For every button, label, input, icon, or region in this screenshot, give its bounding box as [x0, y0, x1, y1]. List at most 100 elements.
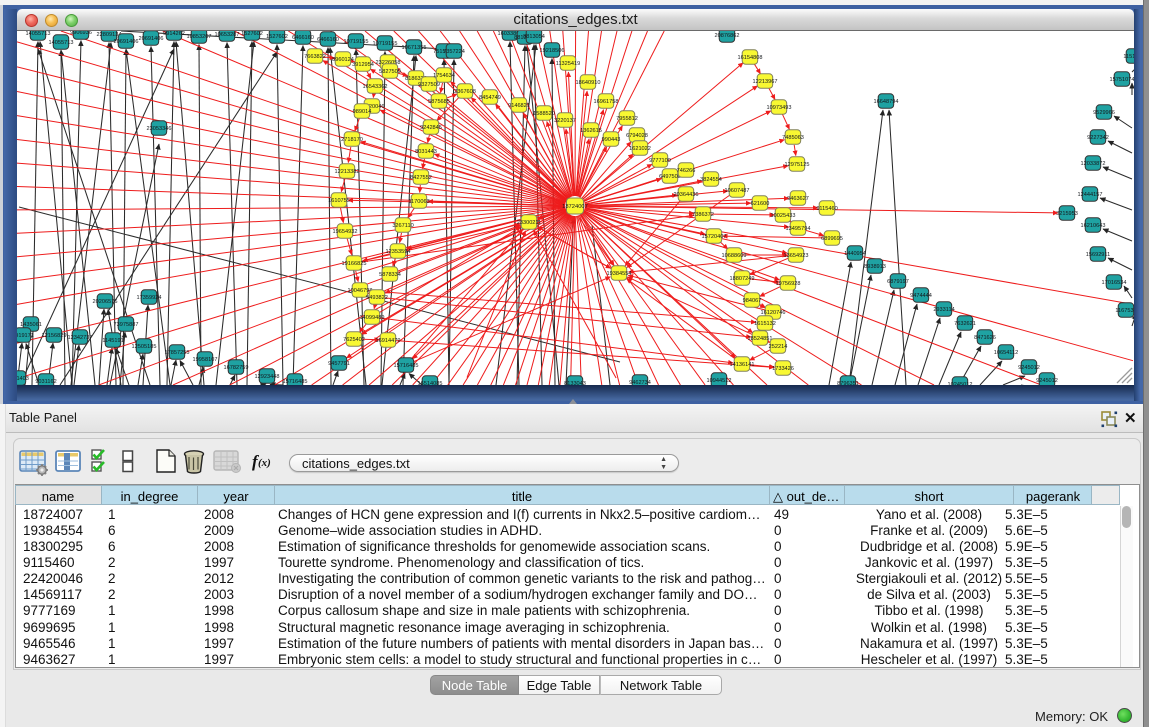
svg-text:23053346: 23053346 — [147, 126, 172, 132]
svg-text:19958107: 19958107 — [193, 357, 218, 363]
svg-text:746266: 746266 — [677, 168, 696, 174]
svg-text:1440954: 1440954 — [844, 251, 866, 257]
svg-text:7955812: 7955812 — [616, 116, 638, 122]
svg-text:9146821: 9146821 — [508, 103, 530, 109]
svg-text:1527602: 1527602 — [241, 31, 263, 37]
svg-text:19218506: 19218506 — [540, 48, 565, 54]
svg-text:7625402: 7625402 — [343, 337, 365, 343]
svg-text:9914262: 9914262 — [163, 31, 185, 37]
svg-text:14055713: 14055713 — [26, 31, 51, 37]
svg-text:3912954: 3912954 — [352, 62, 374, 68]
svg-text:9906936: 9906936 — [70, 31, 92, 36]
svg-text:12505185: 12505185 — [132, 344, 157, 350]
svg-text:5827509: 5827509 — [379, 69, 401, 75]
svg-text:9031162: 9031162 — [35, 379, 56, 385]
svg-text:1610755: 1610755 — [328, 198, 350, 204]
svg-text:5878334: 5878334 — [379, 272, 401, 278]
svg-text:20691406: 20691406 — [114, 39, 139, 45]
svg-text:10025433: 10025433 — [771, 213, 796, 219]
svg-text:9474444: 9474444 — [910, 293, 932, 299]
svg-text:3215953: 3215953 — [1056, 211, 1078, 217]
svg-text:18524851: 18524851 — [748, 336, 773, 342]
svg-text:16961758: 16961758 — [594, 99, 619, 105]
svg-text:14055713: 14055713 — [49, 40, 74, 46]
svg-text:16154808: 16154808 — [738, 55, 763, 61]
svg-text:7357224: 7357224 — [443, 49, 465, 55]
svg-text:18640910: 18640910 — [576, 80, 601, 86]
svg-text:12342737: 12342737 — [68, 335, 93, 341]
svg-text:9245012: 9245012 — [1036, 378, 1058, 384]
svg-text:8960124: 8960124 — [332, 57, 354, 63]
svg-text:15751074: 15751074 — [1110, 77, 1134, 83]
svg-text:5875685: 5875685 — [428, 99, 450, 105]
svg-text:1151724: 1151724 — [1123, 54, 1134, 60]
svg-text:8031443: 8031443 — [415, 149, 437, 155]
svg-text:73975887: 73975887 — [114, 322, 139, 328]
svg-text:3220137: 3220137 — [554, 118, 576, 124]
svg-text:12353594: 12353594 — [386, 249, 411, 255]
svg-text:12444157: 12444157 — [1078, 192, 1103, 198]
svg-text:11325419: 11325419 — [556, 61, 580, 67]
svg-text:10719155: 10719155 — [373, 41, 398, 47]
svg-text:1167534: 1167534 — [1115, 308, 1134, 314]
svg-text:16914479: 16914479 — [376, 338, 401, 344]
svg-text:13495794: 13495794 — [786, 226, 811, 232]
svg-text:6794028: 6794028 — [626, 133, 648, 139]
svg-text:7485063: 7485063 — [782, 135, 804, 141]
svg-text:16514085: 16514085 — [418, 381, 443, 385]
svg-text:7386372: 7386372 — [692, 212, 714, 218]
svg-text:18807249: 18807249 — [730, 276, 755, 282]
svg-text:19654932: 19654932 — [333, 229, 358, 235]
svg-text:16782759: 16782759 — [224, 365, 249, 371]
svg-text:984067: 984067 — [743, 298, 762, 304]
svg-text:16210643: 16210643 — [1081, 223, 1106, 229]
svg-text:10853267: 10853267 — [187, 34, 212, 40]
svg-text:990443: 990443 — [602, 137, 621, 143]
svg-text:8133043: 8133043 — [564, 381, 586, 385]
svg-text:10654112: 10654112 — [994, 350, 1018, 356]
svg-text:15692911: 15692911 — [1086, 252, 1110, 258]
svg-text:16120746: 16120746 — [761, 310, 786, 316]
svg-text:9242845: 9242845 — [420, 125, 442, 131]
svg-text:1362615: 1362615 — [580, 128, 602, 134]
svg-text:1733426: 1733426 — [772, 366, 794, 372]
svg-text:1170063: 1170063 — [408, 199, 429, 205]
svg-text:10607487: 10607487 — [725, 188, 750, 194]
svg-text:2933114: 2933114 — [933, 307, 954, 313]
svg-text:3267110: 3267110 — [392, 223, 413, 229]
svg-text:3919171: 3919171 — [17, 333, 34, 339]
svg-text:12975125: 12975125 — [785, 162, 810, 168]
svg-text:1435061: 1435061 — [20, 322, 42, 328]
svg-text:17016534: 17016534 — [1102, 280, 1127, 286]
svg-text:10688609: 10688609 — [722, 253, 747, 259]
svg-text:8796351: 8796351 — [837, 381, 859, 385]
svg-text:15720407: 15720407 — [702, 234, 727, 240]
svg-text:1291403: 1291403 — [17, 376, 29, 382]
svg-text:10653287: 10653287 — [215, 32, 240, 38]
svg-text:7632621: 7632621 — [954, 321, 976, 327]
svg-text:23300211: 23300211 — [517, 220, 541, 226]
svg-text:15716485: 15716485 — [283, 379, 308, 385]
svg-text:6466160: 6466160 — [292, 35, 314, 41]
svg-text:5493822: 5493822 — [366, 295, 388, 301]
svg-text:17359924: 17359924 — [137, 295, 162, 301]
svg-text:9227342: 9227342 — [1087, 135, 1109, 141]
svg-text:10245012: 10245012 — [948, 382, 973, 385]
svg-text:20206576: 20206576 — [93, 299, 118, 305]
svg-text:1145191: 1145191 — [102, 338, 123, 344]
svg-text:14136141: 14136141 — [730, 362, 755, 368]
svg-text:9327509: 9327509 — [418, 82, 440, 88]
svg-text:9529966: 9529966 — [1093, 110, 1115, 116]
svg-text:9463627: 9463627 — [787, 196, 809, 202]
svg-text:12923448: 12923448 — [255, 374, 280, 380]
svg-text:9777109: 9777109 — [649, 158, 671, 164]
svg-text:1527602: 1527602 — [266, 34, 288, 40]
svg-text:6466160: 6466160 — [317, 37, 339, 43]
svg-text:15716485: 15716485 — [394, 363, 419, 369]
svg-text:989014: 989014 — [353, 109, 372, 115]
svg-text:621600: 621600 — [751, 201, 770, 207]
svg-text:12033872: 12033872 — [1081, 161, 1106, 167]
svg-text:19166825: 19166825 — [342, 261, 367, 267]
svg-text:12213382: 12213382 — [335, 169, 360, 175]
svg-text:20876862: 20876862 — [715, 33, 740, 39]
